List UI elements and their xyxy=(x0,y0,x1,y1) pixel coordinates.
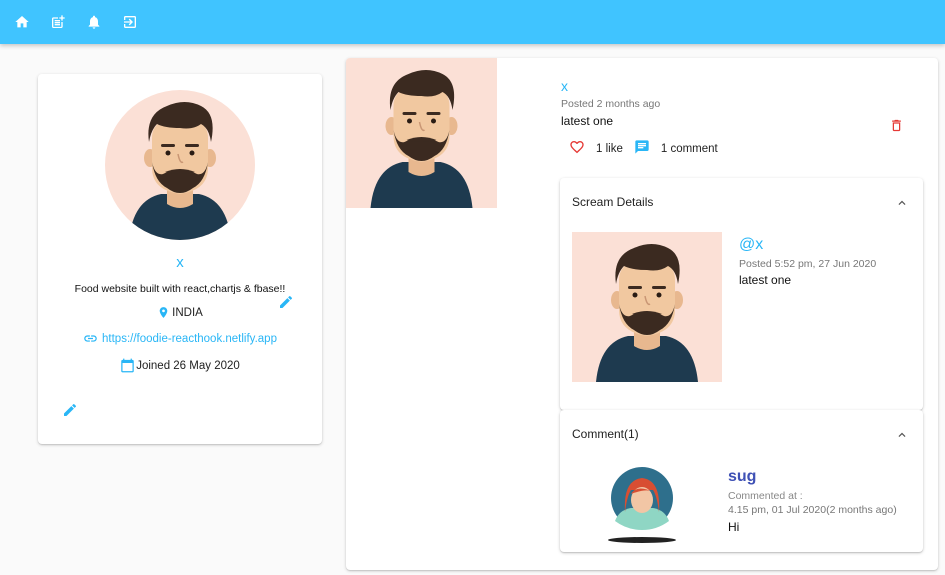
chevron-up-icon xyxy=(898,432,906,437)
post-scream-button[interactable] xyxy=(40,4,76,40)
comment-button[interactable] xyxy=(634,139,650,158)
scream-body: latest one xyxy=(561,114,614,128)
comment-body: Hi xyxy=(728,520,740,534)
home-icon xyxy=(15,16,29,28)
profile-joined: Joined 26 May 2020 xyxy=(38,358,322,373)
profile-bio: Food website built with react,chartjs & … xyxy=(74,283,286,295)
commenter-avatar xyxy=(607,466,677,544)
chat-icon xyxy=(635,140,649,154)
location-pin-icon xyxy=(159,307,168,318)
profile-handle-link[interactable]: x xyxy=(38,254,322,271)
link-icon xyxy=(84,335,97,342)
delete-icon xyxy=(892,119,901,132)
scream-actions: 1 like 1 comment xyxy=(569,139,718,158)
heart-outline-icon xyxy=(570,141,584,154)
like-count: 1 like xyxy=(596,142,623,155)
collapse-comments-button[interactable] xyxy=(895,428,909,442)
comments-panel: Comment(1) sug Commented at : 4.15 pm, 0… xyxy=(560,410,923,552)
edit-icon xyxy=(64,403,77,416)
logout-button[interactable] xyxy=(112,4,148,40)
profile-avatar xyxy=(105,90,255,240)
commenter-name-link[interactable]: sug xyxy=(728,468,756,486)
comment-date: 4.15 pm, 01 Jul 2020(2 months ago) xyxy=(728,504,897,516)
profile-location: INDIA xyxy=(38,306,322,319)
delete-scream-button[interactable] xyxy=(889,118,907,136)
home-button[interactable] xyxy=(4,4,40,40)
notifications-icon xyxy=(88,15,100,29)
location-text: INDIA xyxy=(172,306,203,319)
scream-details-panel: Scream Details @x Posted 5:52 pm, 27 Jun… xyxy=(560,178,923,410)
detail-user-link[interactable]: @x xyxy=(739,236,763,254)
comments-header[interactable]: Comment(1) xyxy=(572,427,639,441)
collapse-details-button[interactable] xyxy=(895,196,909,210)
scream-date: Posted 2 months ago xyxy=(561,98,661,110)
comment-date-label: Commented at : xyxy=(728,490,803,502)
profile-card: x Food website built with react,chartjs … xyxy=(38,74,322,444)
chevron-up-icon xyxy=(898,200,906,205)
detail-user-image xyxy=(572,232,722,382)
detail-date: Posted 5:52 pm, 27 Jun 2020 xyxy=(739,258,877,270)
scream-card: x Posted 2 months ago latest one 1 like … xyxy=(346,58,938,570)
profile-website[interactable]: https://foodie-reacthook.netlify.app xyxy=(38,331,322,346)
logout-icon xyxy=(124,16,136,28)
scream-user-image xyxy=(346,58,497,208)
scream-user-link[interactable]: x xyxy=(561,78,568,94)
detail-body: latest one xyxy=(739,273,792,287)
post-add-icon xyxy=(52,15,65,28)
calendar-icon xyxy=(121,358,134,373)
app-bar xyxy=(0,0,945,44)
edit-profile-details-button[interactable] xyxy=(62,402,82,422)
joined-text: Joined 26 May 2020 xyxy=(136,359,240,372)
comment-count: 1 comment xyxy=(660,142,718,155)
like-button[interactable] xyxy=(569,139,585,158)
notifications-button[interactable] xyxy=(76,4,112,40)
website-link[interactable]: https://foodie-reacthook.netlify.app xyxy=(102,333,277,345)
scream-details-header[interactable]: Scream Details xyxy=(572,195,653,209)
